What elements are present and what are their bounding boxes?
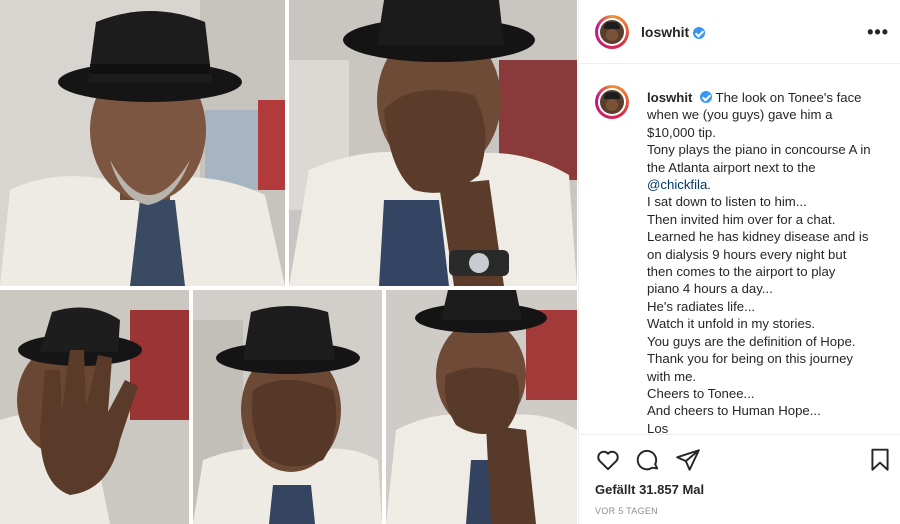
profile-avatar[interactable]	[595, 14, 629, 49]
post-actions: Gefällt 31.857 Mal VOR 5 TAGEN	[579, 434, 900, 524]
caption-scroll-area[interactable]: loswhit The look on Tonee's face when we…	[579, 65, 900, 433]
caption-line: Watch it unfold in my stories.	[647, 316, 816, 332]
caption-line: Cheers to Tonee...	[647, 385, 755, 401]
photo-raised-hand	[0, 290, 189, 524]
caption-avatar[interactable]	[595, 85, 629, 119]
caption-line: on dialysis 9 hours every night but	[647, 246, 847, 262]
paper-plane-icon[interactable]	[675, 447, 701, 473]
bookmark-icon[interactable]	[867, 447, 893, 473]
caption-line: $10,000 tip.	[647, 124, 716, 140]
photo-man-looking	[0, 0, 285, 286]
post-header: loswhit •••	[579, 0, 900, 64]
caption-line: I sat down to listen to him...	[647, 194, 807, 210]
caption-line: Thank you for being on this journey	[647, 351, 853, 367]
photo-hand-over-mouth-2	[386, 290, 577, 524]
caption-text: loswhit The look on Tonee's face when we…	[647, 89, 893, 433]
mention-link[interactable]: @chickfila.	[647, 176, 893, 193]
caption-username[interactable]: loswhit	[647, 90, 692, 105]
caption-line: He's radiates life...	[647, 298, 756, 314]
post-media-collage[interactable]	[0, 0, 577, 524]
photo-hand-over-mouth	[289, 0, 577, 286]
caption-line: Then invited him over for a chat.	[647, 211, 836, 227]
caption-line: with me.	[647, 368, 697, 384]
caption-line: the Atlanta airport next to the	[647, 159, 816, 175]
caption-line: The look on Tonee's face	[715, 90, 862, 105]
post-timestamp[interactable]: VOR 5 TAGEN	[595, 506, 658, 516]
caption-line: And cheers to Human Hope...	[647, 403, 821, 419]
verified-badge-icon	[693, 26, 706, 39]
more-options-button[interactable]: •••	[867, 22, 889, 43]
heart-icon[interactable]	[595, 447, 621, 473]
header-username[interactable]: loswhit	[641, 24, 689, 40]
caption-line: Tony plays the piano in concourse A in	[647, 142, 871, 158]
verified-badge-icon	[700, 91, 713, 103]
comment-bubble-icon[interactable]	[635, 447, 661, 473]
post-details-panel: loswhit ••• loswhit The look on Tonee's …	[578, 0, 900, 524]
caption-line: when we (you guys) gave him a	[647, 107, 833, 123]
post-caption: loswhit The look on Tonee's face when we…	[595, 85, 893, 433]
caption-line: You guys are the definition of Hope.	[647, 333, 856, 349]
caption-line: piano 4 hours a day...	[647, 281, 773, 297]
photo-hand-over-face	[193, 290, 382, 524]
like-count[interactable]: Gefällt 31.857 Mal	[595, 482, 704, 497]
caption-line: Learned he has kidney disease and is	[647, 229, 869, 245]
caption-line: then comes to the airport to play	[647, 264, 836, 280]
caption-line: Los	[647, 420, 669, 433]
